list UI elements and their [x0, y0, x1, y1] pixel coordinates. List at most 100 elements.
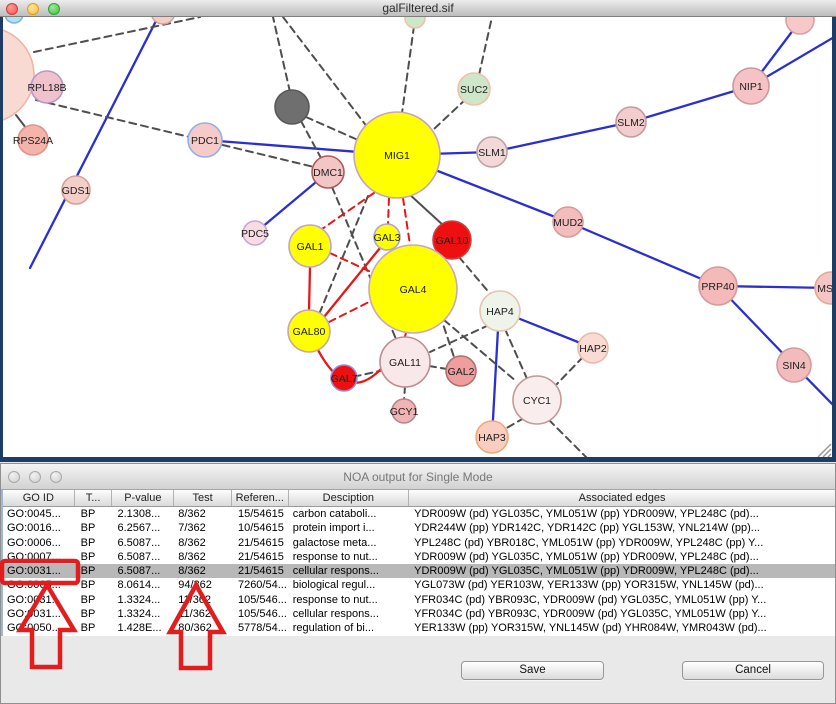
- cell-associated_edges: YDR009W (pd) YGL035C, YML051W (pp) YDR00…: [409, 564, 835, 578]
- node-label: HAP3: [478, 432, 506, 444]
- cell-associated_edges: YDR244W (pp) YDR142C, YDR142C (pp) YGL15…: [409, 521, 835, 535]
- table-row[interactable]: GO:0065...BP8.0614...94/3627260/54...bio…: [3, 578, 835, 592]
- results-table: GO IDT...P-valueTestReferen...Desciption…: [1, 490, 835, 636]
- network-edge: [34, 17, 200, 52]
- column-header-go_id[interactable]: GO ID: [3, 490, 75, 506]
- cell-type: BP: [75, 621, 113, 635]
- network-canvas[interactable]: RPL18BRPS24AGDS1PDC1DMC1MIG1PDC5SUC2SLM1…: [3, 17, 832, 457]
- cell-p_value: 6.5087...: [113, 536, 175, 550]
- network-edge: [402, 26, 414, 113]
- node-dark[interactable]: [275, 90, 309, 124]
- node-label: PDC1: [191, 135, 219, 147]
- cell-type: BP: [75, 564, 113, 578]
- node-label: GAL4: [400, 284, 427, 296]
- table-row[interactable]: GO:0050...BP1.428E...80/3625778/54...reg…: [3, 621, 835, 635]
- table-row[interactable]: GO:0006...BP6.5087...8/36221/54615galact…: [3, 536, 835, 550]
- cell-go_id: GO:0031...: [3, 607, 75, 621]
- graph-window: galFiltered.sif RPL18BRPS24AGDS1PDC1DMC1…: [0, 0, 836, 462]
- column-header-associated_edges[interactable]: Associated edges: [409, 490, 835, 506]
- cell-test: 11/362: [174, 593, 232, 607]
- cell-p_value: 1.428E...: [113, 621, 175, 635]
- node-label: GCY1: [390, 406, 419, 418]
- node-label: PDC5: [241, 228, 269, 240]
- network-nodes: RPL18BRPS24AGDS1PDC1DMC1MIG1PDC5SUC2SLM1…: [3, 17, 832, 453]
- node-top-right-pink[interactable]: [786, 17, 814, 34]
- network-edge: [505, 418, 524, 429]
- cell-p_value: 1.3324...: [113, 607, 175, 621]
- cell-go_id: GO:0045...: [3, 507, 75, 521]
- cell-reference: 7260/54...: [232, 578, 289, 592]
- table-row[interactable]: GO:0031...BP1.3324...11/362105/546...res…: [3, 593, 835, 607]
- table-row[interactable]: GO:0031...BP1.3324...11/362105/546...cel…: [3, 607, 835, 621]
- node-top-green[interactable]: [405, 17, 425, 28]
- cell-type: BP: [75, 607, 113, 621]
- network-edge: [301, 121, 321, 158]
- column-header-type[interactable]: T...: [75, 490, 113, 506]
- node-label: MSL1: [817, 283, 832, 295]
- cell-reference: 105/546...: [232, 593, 289, 607]
- network-edge: [330, 253, 371, 272]
- cancel-button[interactable]: Cancel: [682, 661, 824, 680]
- column-header-reference[interactable]: Referen...: [232, 490, 289, 506]
- cell-test: 8/362: [174, 536, 232, 550]
- cell-description: biological regul...: [289, 578, 409, 592]
- network-edge: [36, 100, 314, 167]
- node-label: PRP40: [701, 281, 734, 293]
- network-edge: [492, 122, 631, 152]
- cell-type: BP: [75, 578, 113, 592]
- cell-go_id: GO:0050...: [3, 621, 75, 635]
- cell-p_value: 6.2567...: [113, 521, 175, 535]
- noa-window-titlebar[interactable]: NOA output for Single Mode: [1, 464, 835, 490]
- network-edge: [309, 267, 310, 311]
- node-label: GAL11: [389, 357, 421, 369]
- network-edge: [549, 420, 588, 457]
- column-header-p_value[interactable]: P-value: [112, 490, 174, 506]
- save-button[interactable]: Save: [461, 661, 604, 680]
- table-row[interactable]: GO:0031...BP6.5087...8/36221/54615cellul…: [3, 564, 835, 578]
- column-header-test[interactable]: Test: [174, 490, 232, 506]
- cell-go_id: GO:0065...: [3, 578, 75, 592]
- network-svg: RPL18BRPS24AGDS1PDC1DMC1MIG1PDC5SUC2SLM1…: [3, 17, 832, 457]
- cell-go_id: GO:0007...: [3, 550, 75, 564]
- graph-window-title: galFiltered.sif: [0, 1, 836, 15]
- node-label: GAL80: [293, 326, 326, 338]
- cell-associated_edges: YFR034C (pd) YBR093C, YDR009W (pd) YGL03…: [409, 607, 835, 621]
- node-label: DMC1: [313, 167, 343, 179]
- node-label: SUC2: [460, 84, 488, 96]
- cell-description: response to nut...: [289, 593, 409, 607]
- network-edge: [429, 366, 447, 369]
- node-label: HAP2: [579, 343, 607, 355]
- resize-grip-icon[interactable]: [818, 444, 831, 457]
- cell-p_value: 8.0614...: [113, 578, 175, 592]
- cell-go_id: GO:0006...: [3, 536, 75, 550]
- node-big-left[interactable]: [3, 27, 34, 123]
- cell-type: BP: [75, 536, 113, 550]
- network-edge: [505, 329, 528, 381]
- node-label: GAL1: [297, 241, 324, 253]
- cell-associated_edges: YDR009W (pd) YGL035C, YML051W (pp) YDR00…: [409, 550, 835, 564]
- cell-associated_edges: YER133W (pp) YOR315W, YNL145W (pd) YHR08…: [409, 621, 835, 635]
- cell-associated_edges: YPL248C (pd) YBR018C, YML051W (pp) YDR00…: [409, 536, 835, 550]
- node-label: GAL3: [374, 232, 401, 244]
- table-row[interactable]: GO:0016...BP6.2567...7/36210/54615protei…: [3, 521, 835, 535]
- cell-test: 8/362: [174, 550, 232, 564]
- table-row[interactable]: GO:0045...BP2.1308...8/36215/54615carbon…: [3, 507, 835, 521]
- network-edge: [16, 115, 26, 128]
- cell-reference: 15/54615: [232, 507, 289, 521]
- network-edge: [408, 193, 444, 226]
- network-edge: [459, 257, 492, 296]
- network-edge: [479, 17, 492, 75]
- graph-window-titlebar[interactable]: galFiltered.sif: [0, 0, 836, 17]
- cell-p_value: 1.3324...: [113, 593, 175, 607]
- cell-description: protein import i...: [289, 521, 409, 535]
- cell-description: regulation of bi...: [289, 621, 409, 635]
- node-label: CYC1: [523, 395, 551, 407]
- cell-test: 11/362: [174, 607, 232, 621]
- network-edges: [16, 17, 832, 457]
- table-row[interactable]: GO:0007...BP6.5087...8/36221/54615respon…: [3, 550, 835, 564]
- node-tiny-blue[interactable]: [5, 17, 23, 23]
- cell-go_id: GO:0016...: [3, 521, 75, 535]
- column-header-description[interactable]: Desciption: [289, 490, 409, 506]
- cell-associated_edges: YFR034C (pd) YBR093C, YDR009W (pd) YGL03…: [409, 593, 835, 607]
- cell-test: 8/362: [174, 564, 232, 578]
